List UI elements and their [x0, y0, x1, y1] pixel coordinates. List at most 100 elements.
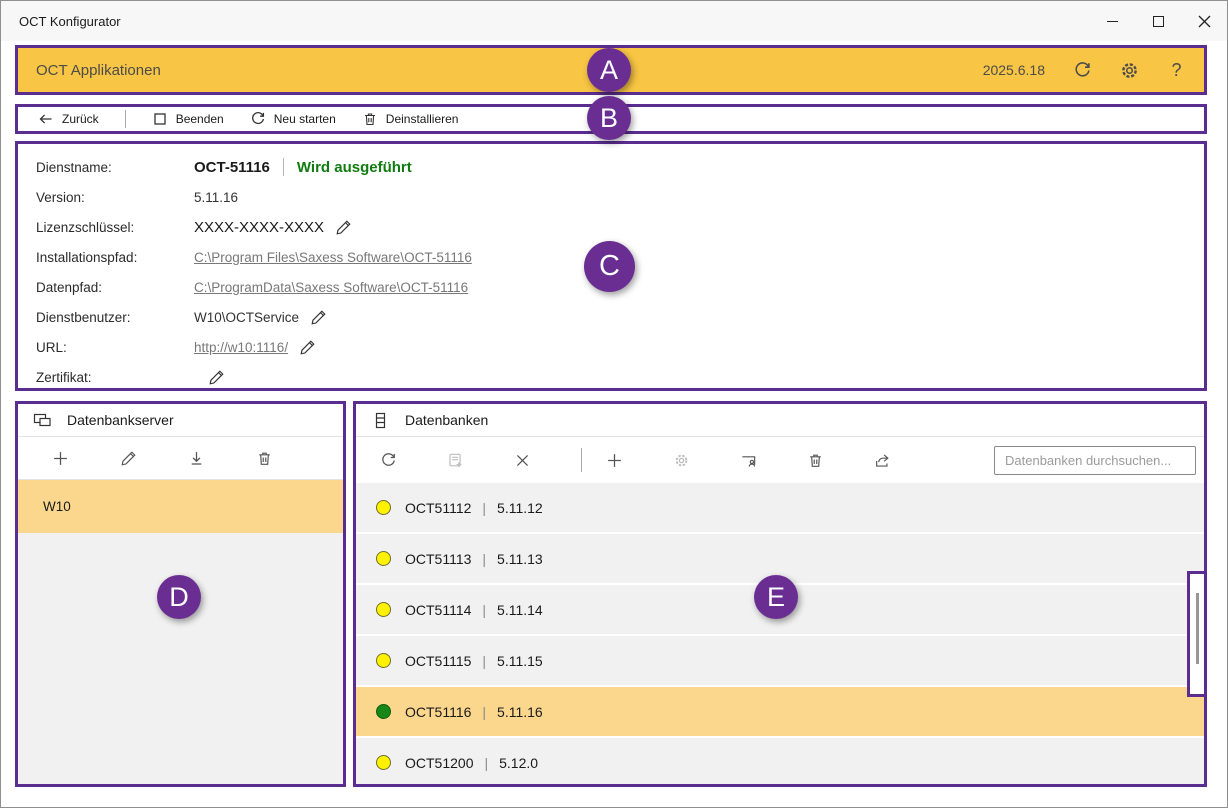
status-dot-stopped [376, 755, 391, 770]
database-row[interactable]: OCT51115 | 5.11.15 [356, 636, 1204, 685]
export-database-icon[interactable] [874, 452, 891, 469]
uninstall-button[interactable]: Deinstallieren [362, 111, 459, 127]
import-server-icon[interactable] [188, 450, 205, 467]
back-arrow-icon [38, 111, 54, 127]
restart-service-button[interactable]: Neu starten [250, 111, 336, 127]
service-user-label: Dienstbenutzer: [36, 310, 194, 325]
detail-row-service-user: Dienstbenutzer: W10\OCTService [18, 302, 1204, 332]
detail-row-certificate: Zertifikat: [18, 362, 1204, 392]
server-name: W10 [43, 499, 71, 514]
data-path-link[interactable]: C:\ProgramData\Saxess Software\OCT-51116 [194, 280, 468, 295]
scrollbar-thumb[interactable] [1196, 593, 1199, 664]
status-dot-running [376, 704, 391, 719]
annotation-circle-b: B [587, 96, 631, 140]
close-database-icon[interactable] [514, 452, 531, 469]
pipe-separator: | [482, 653, 486, 669]
detail-row-version: Version: 5.11.16 [18, 182, 1204, 212]
pipe-separator: | [482, 551, 486, 567]
trash-icon [362, 111, 378, 127]
pipe-separator: | [482, 602, 486, 618]
report-add-icon[interactable] [447, 452, 464, 469]
database-name: OCT51113 [405, 551, 471, 567]
edit-service-user-icon[interactable] [310, 309, 327, 326]
close-button[interactable] [1181, 1, 1227, 41]
maximize-button[interactable] [1135, 1, 1181, 41]
stop-icon [152, 111, 168, 127]
refresh-databases-icon[interactable] [380, 452, 397, 469]
header-actions: 2025.6.18 ? [983, 61, 1186, 80]
databases-toolbar [356, 437, 1204, 483]
gear-icon[interactable] [1120, 61, 1139, 80]
url-link[interactable]: http://w10:1116/ [194, 340, 288, 355]
database-row[interactable]: OCT51112 | 5.11.12 [356, 483, 1204, 532]
help-icon[interactable]: ? [1167, 61, 1186, 80]
edit-server-icon[interactable] [120, 450, 137, 467]
annotation-circle-d: D [157, 575, 201, 619]
database-name: OCT51115 [405, 653, 471, 669]
certificate-label: Zertifikat: [36, 370, 194, 385]
status-dot-stopped [376, 602, 391, 617]
database-search-input[interactable] [994, 446, 1196, 475]
database-row[interactable]: OCT51200 | 5.12.0 [356, 738, 1204, 784]
install-path-label: Installationspfad: [36, 250, 194, 265]
stop-label: Beenden [176, 112, 224, 126]
status-dot-stopped [376, 500, 391, 515]
value-divider [283, 158, 284, 176]
edit-license-icon[interactable] [335, 219, 352, 236]
back-button[interactable]: Zurück [38, 111, 99, 127]
database-name: OCT51116 [405, 704, 471, 720]
pipe-separator: | [484, 755, 488, 771]
annotation-circle-e: E [754, 575, 798, 619]
server-panel-title: Datenbankserver [67, 412, 174, 428]
detail-row-license: Lizenzschlüssel: XXXX-XXXX-XXXX [18, 212, 1204, 242]
annotation-circle-c: C [584, 241, 635, 292]
server-list-item-selected[interactable]: W10 [18, 480, 343, 533]
databases-panel-title: Datenbanken [405, 412, 488, 428]
add-database-icon[interactable] [606, 452, 623, 469]
database-settings-icon[interactable] [673, 452, 690, 469]
database-name: OCT51112 [405, 500, 471, 516]
add-server-icon[interactable] [52, 450, 69, 467]
database-name: OCT51200 [405, 755, 473, 771]
server-list: W10 [18, 480, 343, 784]
databases-list: OCT51112 | 5.11.12 OCT51113 | 5.11.13 OC… [356, 483, 1204, 784]
edit-url-icon[interactable] [299, 339, 316, 356]
delete-database-icon[interactable] [807, 452, 824, 469]
pipe-separator: | [482, 704, 486, 720]
edit-certificate-icon[interactable] [208, 369, 225, 386]
server-panel-header: Datenbankserver [18, 404, 343, 437]
maximize-icon [1153, 16, 1164, 27]
databases-toolbar-separator [581, 448, 582, 472]
database-user-icon[interactable] [740, 452, 757, 469]
annotation-circle-a: A [587, 48, 631, 92]
delete-server-icon[interactable] [256, 450, 273, 467]
databases-panel-header: Datenbanken [356, 404, 1204, 437]
service-status-badge: Wird ausgeführt [297, 159, 412, 176]
license-value: XXXX-XXXX-XXXX [194, 219, 324, 236]
version-date: 2025.6.18 [983, 62, 1045, 78]
database-name: OCT51114 [405, 602, 471, 618]
server-toolbar [18, 437, 343, 480]
status-dot-stopped [376, 551, 391, 566]
detail-row-service-name: Dienstname: OCT-51116 Wird ausgeführt [18, 152, 1204, 182]
window-controls [1089, 1, 1227, 41]
service-name-label: Dienstname: [36, 160, 194, 175]
restart-label: Neu starten [274, 112, 336, 126]
data-path-label: Datenpfad: [36, 280, 194, 295]
license-label: Lizenzschlüssel: [36, 220, 194, 235]
install-path-link[interactable]: C:\Program Files\Saxess Software\OCT-511… [194, 250, 472, 265]
window-title: OCT Konfigurator [19, 14, 121, 29]
service-user-value: W10\OCTService [194, 310, 299, 325]
stop-service-button[interactable]: Beenden [152, 111, 224, 127]
service-name-value: OCT-51116 [194, 159, 270, 176]
page-title: OCT Applikationen [36, 62, 161, 79]
url-label: URL: [36, 340, 194, 355]
database-icon [371, 411, 390, 430]
detail-row-url: URL: http://w10:1116/ [18, 332, 1204, 362]
toolbar-separator [125, 110, 126, 128]
back-label: Zurück [62, 112, 99, 126]
minimize-button[interactable] [1089, 1, 1135, 41]
database-row-selected[interactable]: OCT51116 | 5.11.16 [356, 687, 1204, 736]
refresh-icon[interactable] [1073, 61, 1092, 80]
scrollbar-annotation-box [1187, 571, 1207, 697]
